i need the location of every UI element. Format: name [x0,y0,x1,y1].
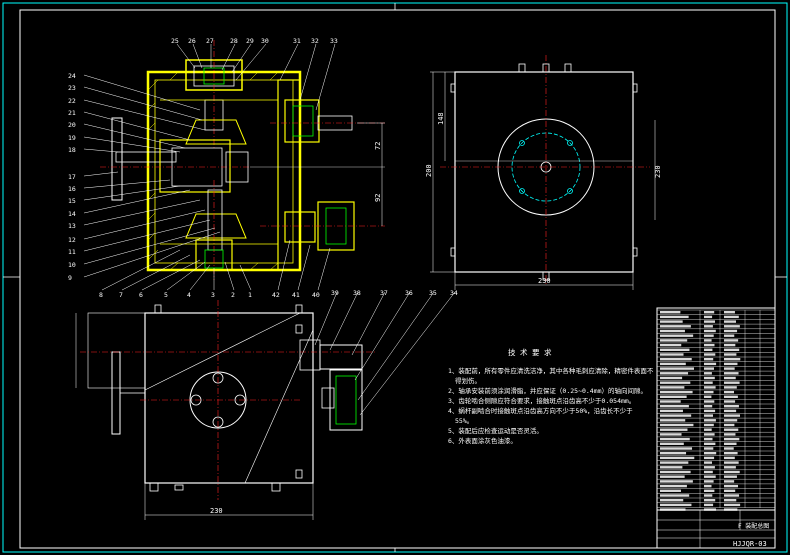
part-label-39: 39 [331,289,339,297]
part-label-29: 29 [246,37,254,45]
part-label-4: 4 [187,291,191,299]
part-label-20: 20 [68,121,76,129]
note-line-1: 1、装配前，所有零件应清洗洁净，其中各种毛刺应清除，精密件表面不 [448,366,654,375]
part-label-7: 7 [119,291,123,299]
part-label-8: 8 [99,291,103,299]
part-label-21: 21 [68,109,76,117]
part-label-3: 3 [211,291,215,299]
part-label-12: 12 [68,236,76,244]
top-view-body [144,312,314,484]
title-text: F 装配总图 [738,522,769,530]
part-label-10: 10 [68,261,76,269]
part-label-34: 34 [450,289,458,297]
note-line-2: 得划伤。 [455,376,481,385]
part-label-6: 6 [139,291,143,299]
part-label-31: 31 [293,37,301,45]
dim-200: 200 [425,164,433,177]
part-label-33: 33 [330,37,338,45]
dim-92: 92 [374,194,382,202]
part-label-13: 13 [68,222,76,230]
part-label-40: 40 [312,291,320,299]
part-label-37: 37 [380,289,388,297]
part-label-42: 42 [272,291,280,299]
part-label-27: 27 [206,37,214,45]
part-label-14: 14 [68,210,76,218]
part-label-41: 41 [292,291,300,299]
part-label-15: 15 [68,197,76,205]
part-label-2: 2 [231,291,235,299]
part-label-28: 28 [230,37,238,45]
part-label-22: 22 [68,97,76,105]
part-label-11: 11 [68,248,76,256]
drawing-number: HJJQR-03 [733,540,767,548]
part-label-26: 26 [188,37,196,45]
cad-drawing-canvas: 72 92 25 26 27 28 29 30 31 32 33 24 23 2… [2,2,788,553]
note-line-6: 55%。 [455,417,473,425]
part-label-17: 17 [68,173,76,181]
notes-heading: 技 术 要 求 [508,347,552,357]
part-label-32: 32 [311,37,319,45]
part-label-1: 1 [248,291,252,299]
part-label-38a: 38 [353,289,361,297]
part-label-19: 19 [68,134,76,142]
part-label-30: 30 [261,37,269,45]
part-label-35: 35 [429,289,437,297]
dim-230-top: 230 [210,507,223,515]
dim-148: 148 [437,112,445,125]
note-line-5: 4、蜗杆副啮合时接触斑点沿齿高方向不少于50%，沿齿长不少于 [448,406,633,415]
top-view: 230 39 38 37 36 35 34 [75,289,458,520]
note-line-8: 6、外表面涂灰色油漆。 [448,436,517,445]
part-label-36: 36 [405,289,413,297]
front-section-view: 72 92 25 26 27 28 29 30 31 32 33 24 23 2… [68,37,385,299]
part-label-24: 24 [68,72,76,80]
technical-notes: 技 术 要 求 1、装配前，所有零件应清洗洁净，其中各种毛刺应清除，精密件表面不… [448,347,654,445]
dim-230-side: 230 [538,277,551,285]
dim-72: 72 [374,142,382,150]
part-label-5: 5 [164,291,168,299]
part-label-9: 9 [68,274,72,282]
note-line-4: 3、齿轮啮合侧隙应符合要求，接触斑点沿齿高不少于0.054mm。 [448,396,635,405]
note-line-7: 5、装配后应检查运动是否灵活。 [448,426,543,435]
part-label-25: 25 [171,37,179,45]
part-label-16: 16 [68,185,76,193]
parts-list-table: F 装配总图 HJJQR-03 [656,307,776,549]
dim-230-vert: 230 [654,165,662,178]
part-label-23: 23 [68,84,76,92]
part-label-18: 18 [68,146,76,154]
side-view: 148 200 230 230 [425,55,662,290]
note-line-3: 2、轴承安装前须涂润滑脂，并应保证（0.25~0.4mm）的轴向间隙。 [448,386,647,395]
